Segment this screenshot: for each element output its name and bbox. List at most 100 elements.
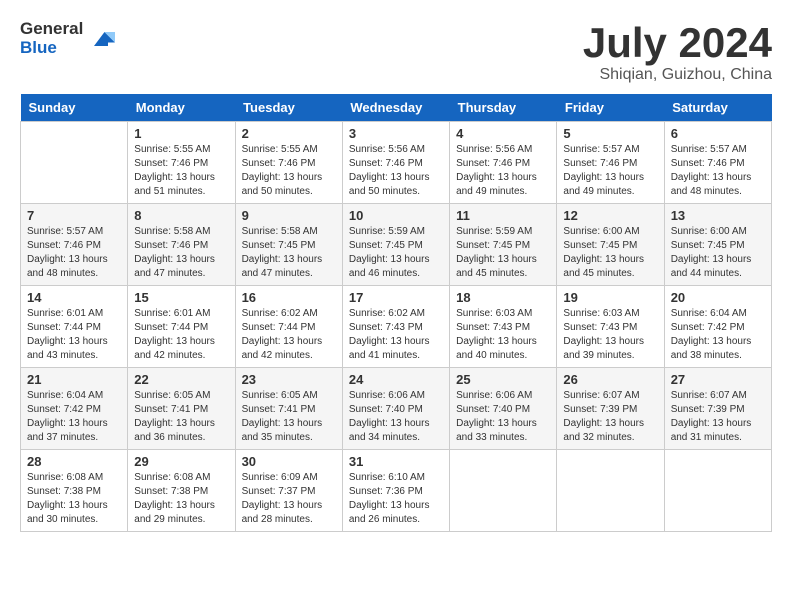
day-number: 28	[27, 454, 121, 469]
calendar-cell: 27 Sunrise: 6:07 AMSunset: 7:39 PMDayligh…	[664, 368, 771, 450]
week-row-2: 14 Sunrise: 6:01 AMSunset: 7:44 PMDayligh…	[21, 286, 772, 368]
calendar-cell: 2 Sunrise: 5:55 AMSunset: 7:46 PMDaylight…	[235, 122, 342, 204]
day-number: 7	[27, 208, 121, 223]
week-row-1: 7Sunrise: 5:57 AMSunset: 7:46 PMDaylight…	[21, 204, 772, 286]
day-info: Sunrise: 6:05 AMSunset: 7:41 PMDaylight:…	[134, 389, 228, 445]
calendar-cell: 7Sunrise: 5:57 AMSunset: 7:46 PMDaylight…	[21, 204, 128, 286]
calendar-cell: 29 Sunrise: 6:08 AMSunset: 7:38 PMDayligh…	[128, 450, 235, 532]
day-number: 15	[134, 290, 228, 305]
logo: General Blue	[20, 20, 115, 57]
header-tuesday: Tuesday	[235, 94, 342, 122]
day-number: 29	[134, 454, 228, 469]
day-info: Sunrise: 6:04 AMSunset: 7:42 PMDaylight:…	[27, 389, 121, 445]
header-monday: Monday	[128, 94, 235, 122]
calendar-cell: 23Sunrise: 6:05 AMSunset: 7:41 PMDayligh…	[235, 368, 342, 450]
day-number: 25	[456, 372, 550, 387]
day-number: 13	[671, 208, 765, 223]
calendar-cell: 5 Sunrise: 5:57 AMSunset: 7:46 PMDaylight…	[557, 122, 664, 204]
day-number: 2	[242, 126, 336, 141]
calendar-cell: 26 Sunrise: 6:07 AMSunset: 7:39 PMDayligh…	[557, 368, 664, 450]
calendar-cell	[664, 450, 771, 532]
day-info: Sunrise: 6:03 AMSunset: 7:43 PMDaylight:…	[456, 307, 550, 363]
day-info: Sunrise: 6:01 AMSunset: 7:44 PMDaylight:…	[134, 307, 228, 363]
calendar-cell: 10 Sunrise: 5:59 AMSunset: 7:45 PMDayligh…	[342, 204, 449, 286]
calendar-cell: 24Sunrise: 6:06 AMSunset: 7:40 PMDayligh…	[342, 368, 449, 450]
day-number: 18	[456, 290, 550, 305]
calendar-cell: 17 Sunrise: 6:02 AMSunset: 7:43 PMDayligh…	[342, 286, 449, 368]
calendar-cell	[21, 122, 128, 204]
header-friday: Friday	[557, 94, 664, 122]
day-number: 27	[671, 372, 765, 387]
week-row-3: 21 Sunrise: 6:04 AMSunset: 7:42 PMDayligh…	[21, 368, 772, 450]
page-header: General Blue July 2024 Shiqian, Guizhou,…	[20, 20, 772, 84]
title-block: July 2024 Shiqian, Guizhou, China	[583, 20, 772, 84]
header-wednesday: Wednesday	[342, 94, 449, 122]
day-info: Sunrise: 6:00 AMSunset: 7:45 PMDaylight:…	[671, 225, 765, 281]
day-info: Sunrise: 6:07 AMSunset: 7:39 PMDaylight:…	[563, 389, 657, 445]
day-number: 17	[349, 290, 443, 305]
day-number: 1	[134, 126, 228, 141]
logo-blue-text: Blue	[20, 39, 83, 58]
calendar-cell: 30 Sunrise: 6:09 AMSunset: 7:37 PMDayligh…	[235, 450, 342, 532]
day-number: 6	[671, 126, 765, 141]
month-title: July 2024	[583, 20, 772, 66]
calendar-cell: 19 Sunrise: 6:03 AMSunset: 7:43 PMDayligh…	[557, 286, 664, 368]
week-row-4: 28 Sunrise: 6:08 AMSunset: 7:38 PMDayligh…	[21, 450, 772, 532]
calendar-cell: 21 Sunrise: 6:04 AMSunset: 7:42 PMDayligh…	[21, 368, 128, 450]
calendar-cell: 22Sunrise: 6:05 AMSunset: 7:41 PMDayligh…	[128, 368, 235, 450]
day-number: 4	[456, 126, 550, 141]
calendar-header-row: SundayMondayTuesdayWednesdayThursdayFrid…	[21, 94, 772, 122]
day-info: Sunrise: 5:59 AMSunset: 7:45 PMDaylight:…	[349, 225, 443, 281]
day-info: Sunrise: 6:04 AMSunset: 7:42 PMDaylight:…	[671, 307, 765, 363]
header-sunday: Sunday	[21, 94, 128, 122]
day-number: 9	[242, 208, 336, 223]
calendar-cell: 1 Sunrise: 5:55 AMSunset: 7:46 PMDaylight…	[128, 122, 235, 204]
calendar-cell: 15 Sunrise: 6:01 AMSunset: 7:44 PMDayligh…	[128, 286, 235, 368]
calendar-cell: 16 Sunrise: 6:02 AMSunset: 7:44 PMDayligh…	[235, 286, 342, 368]
day-info: Sunrise: 5:56 AMSunset: 7:46 PMDaylight:…	[349, 143, 443, 199]
day-info: Sunrise: 6:03 AMSunset: 7:43 PMDaylight:…	[563, 307, 657, 363]
day-info: Sunrise: 5:57 AMSunset: 7:46 PMDaylight:…	[563, 143, 657, 199]
day-number: 14	[27, 290, 121, 305]
day-info: Sunrise: 5:55 AMSunset: 7:46 PMDaylight:…	[242, 143, 336, 199]
calendar-cell: 31Sunrise: 6:10 AMSunset: 7:36 PMDayligh…	[342, 450, 449, 532]
day-number: 16	[242, 290, 336, 305]
day-number: 10	[349, 208, 443, 223]
calendar-table: SundayMondayTuesdayWednesdayThursdayFrid…	[20, 94, 772, 532]
calendar-cell: 28 Sunrise: 6:08 AMSunset: 7:38 PMDayligh…	[21, 450, 128, 532]
day-number: 26	[563, 372, 657, 387]
calendar-cell	[450, 450, 557, 532]
location-title: Shiqian, Guizhou, China	[583, 66, 772, 84]
day-number: 19	[563, 290, 657, 305]
header-thursday: Thursday	[450, 94, 557, 122]
day-number: 5	[563, 126, 657, 141]
day-number: 12	[563, 208, 657, 223]
day-number: 11	[456, 208, 550, 223]
day-info: Sunrise: 6:08 AMSunset: 7:38 PMDaylight:…	[27, 471, 121, 527]
day-number: 24	[349, 372, 443, 387]
day-number: 8	[134, 208, 228, 223]
calendar-cell: 9Sunrise: 5:58 AMSunset: 7:45 PMDaylight…	[235, 204, 342, 286]
day-info: Sunrise: 6:02 AMSunset: 7:44 PMDaylight:…	[242, 307, 336, 363]
day-info: Sunrise: 6:08 AMSunset: 7:38 PMDaylight:…	[134, 471, 228, 527]
day-number: 30	[242, 454, 336, 469]
day-info: Sunrise: 6:06 AMSunset: 7:40 PMDaylight:…	[456, 389, 550, 445]
calendar-cell: 13 Sunrise: 6:00 AMSunset: 7:45 PMDayligh…	[664, 204, 771, 286]
day-info: Sunrise: 6:01 AMSunset: 7:44 PMDaylight:…	[27, 307, 121, 363]
day-info: Sunrise: 6:00 AMSunset: 7:45 PMDaylight:…	[563, 225, 657, 281]
day-info: Sunrise: 5:59 AMSunset: 7:45 PMDaylight:…	[456, 225, 550, 281]
calendar-cell: 12 Sunrise: 6:00 AMSunset: 7:45 PMDayligh…	[557, 204, 664, 286]
logo-icon	[87, 25, 115, 53]
day-info: Sunrise: 6:09 AMSunset: 7:37 PMDaylight:…	[242, 471, 336, 527]
header-saturday: Saturday	[664, 94, 771, 122]
day-info: Sunrise: 5:58 AMSunset: 7:46 PMDaylight:…	[134, 225, 228, 281]
day-info: Sunrise: 6:02 AMSunset: 7:43 PMDaylight:…	[349, 307, 443, 363]
day-number: 23	[242, 372, 336, 387]
calendar-cell: 8 Sunrise: 5:58 AMSunset: 7:46 PMDaylight…	[128, 204, 235, 286]
calendar-cell: 4Sunrise: 5:56 AMSunset: 7:46 PMDaylight…	[450, 122, 557, 204]
calendar-cell: 25 Sunrise: 6:06 AMSunset: 7:40 PMDayligh…	[450, 368, 557, 450]
day-number: 21	[27, 372, 121, 387]
calendar-cell: 14 Sunrise: 6:01 AMSunset: 7:44 PMDayligh…	[21, 286, 128, 368]
day-info: Sunrise: 5:55 AMSunset: 7:46 PMDaylight:…	[134, 143, 228, 199]
day-info: Sunrise: 6:07 AMSunset: 7:39 PMDaylight:…	[671, 389, 765, 445]
